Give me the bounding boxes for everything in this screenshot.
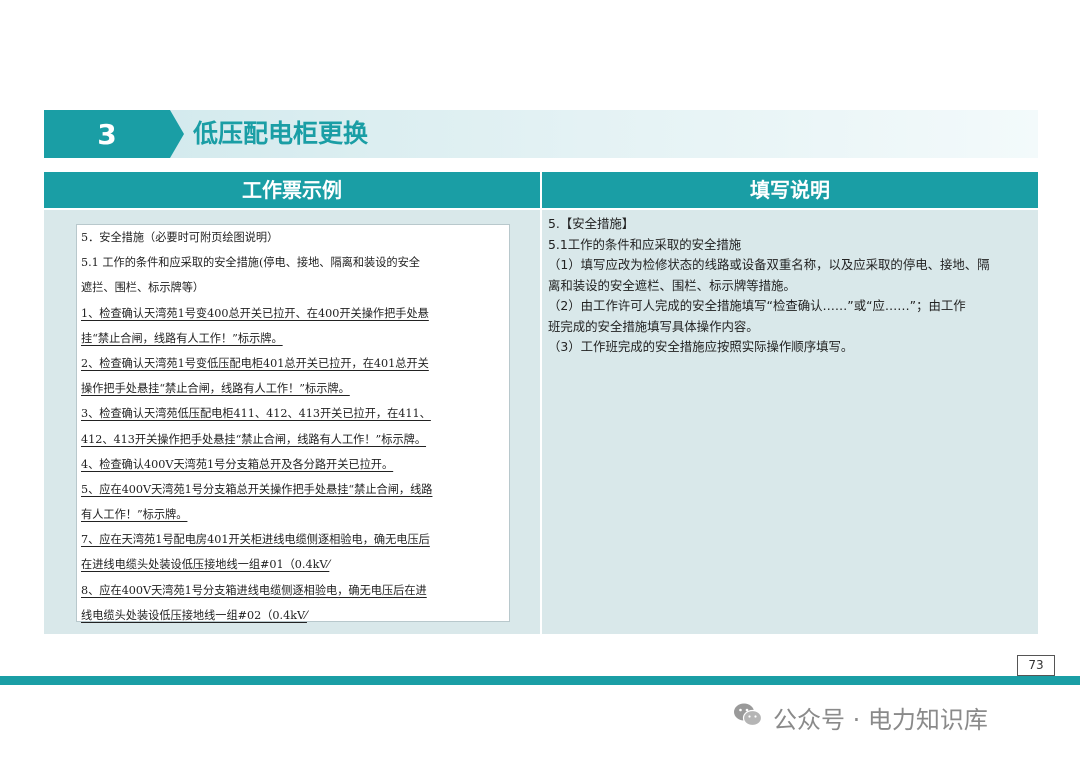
header-fill-instructions: 填写说明 xyxy=(542,172,1038,208)
instruction-line: 5.1工作的条件和应采取的安全措施 xyxy=(548,236,742,252)
page-number: 73 xyxy=(1017,655,1055,676)
instruction-line: （3）工作班完成的安全措施应按照实际操作顺序填写。 xyxy=(548,339,854,354)
ticket-line: 412、413开关操作把手处悬挂“禁止合闸，线路有人工作！”标示牌。 xyxy=(81,432,427,446)
ticket-line: 线电缆头处装设低压接地线一组#02（0.4kV⁄ xyxy=(81,608,307,622)
ticket-line: 8、应在400V天湾苑1号分支箱进线电缆侧逐相验电，确无电压后在进 xyxy=(81,583,427,597)
ticket-scan: 5．安全措施（必要时可附页绘图说明） 5.1 工作的条件和应采取的安全措施(停电… xyxy=(76,224,510,622)
watermark: 公众号 · 电力知识库 xyxy=(733,700,988,740)
ticket-line: 7、应在天湾苑1号配电房401开关柜进线电缆侧逐相验电，确无电压后 xyxy=(81,533,430,547)
section-title: 低压配电柜更换 xyxy=(193,119,369,148)
watermark-text: 公众号 · 电力知识库 xyxy=(773,706,988,734)
ticket-line: 5．安全措施（必要时可附页绘图说明） xyxy=(81,231,279,244)
ticket-line: 4、检查确认400V天湾苑1号分支箱总开及各分路开关已拉开。 xyxy=(81,457,394,471)
ticket-table: 工作票示例 填写说明 5．安全措施（必要时可附页绘图说明） 5.1 工作的条件和… xyxy=(44,172,1038,634)
ticket-line: 5.1 工作的条件和应采取的安全措施(停电、接地、隔离和装设的安全 xyxy=(81,256,420,270)
ticket-line: 有人工作！”标示牌。 xyxy=(81,508,188,522)
header-ticket-example: 工作票示例 xyxy=(44,172,540,208)
ticket-line: 操作把手处悬挂“禁止合闸，线路有人工作！”标示牌。 xyxy=(81,382,350,396)
ticket-line: 1、检查确认天湾苑1号变400总开关已拉开、在400开关操作把手处悬 xyxy=(81,306,429,320)
ticket-line: 5、应在400V天湾苑1号分支箱总开关操作把手处悬挂“禁止合闸，线路 xyxy=(81,482,433,496)
instruction-line: 离和装设的安全遮栏、围栏、标示牌等措施。 xyxy=(548,277,796,293)
instruction-line: 班完成的安全措施填写具体操作内容。 xyxy=(548,318,759,334)
instruction-line: 5.【安全措施】 xyxy=(548,216,635,231)
ticket-line: 遮拦、围栏、标示牌等） xyxy=(81,281,205,295)
section-arrow xyxy=(170,110,184,158)
ticket-example-cell: 5．安全措施（必要时可附页绘图说明） 5.1 工作的条件和应采取的安全措施(停电… xyxy=(44,210,540,634)
section-number: 3 xyxy=(44,110,170,158)
instruction-line: （2）由工作许可人完成的安全措施填写“检查确认……”或“应……”；由工作 xyxy=(548,298,966,313)
fill-instructions-cell: 5.【安全措施】 5.1工作的条件和应采取的安全措施 （1）填写应改为检修状态的… xyxy=(542,210,1038,634)
ticket-line: 在进线电缆头处装设低压接地线一组#01（0.4kV⁄ xyxy=(81,558,330,572)
ticket-line: 3、检查确认天湾苑低压配电柜411、412、413开关已拉开，在411、 xyxy=(81,407,431,421)
footer-bar xyxy=(0,676,1080,685)
ticket-line: 2、检查确认天湾苑1号变低压配电柜401总开关已拉开，在401总开关 xyxy=(81,356,429,370)
instructions-text: 5.【安全措施】 5.1工作的条件和应采取的安全措施 （1）填写应改为检修状态的… xyxy=(548,214,1032,358)
ticket-line: 挂“禁止合闸，线路有人工作！”标示牌。 xyxy=(81,331,283,345)
instruction-line: （1）填写应改为检修状态的线路或设备双重名称，以及应采取的停电、接地、隔 xyxy=(548,257,990,272)
wechat-icon xyxy=(733,700,773,740)
